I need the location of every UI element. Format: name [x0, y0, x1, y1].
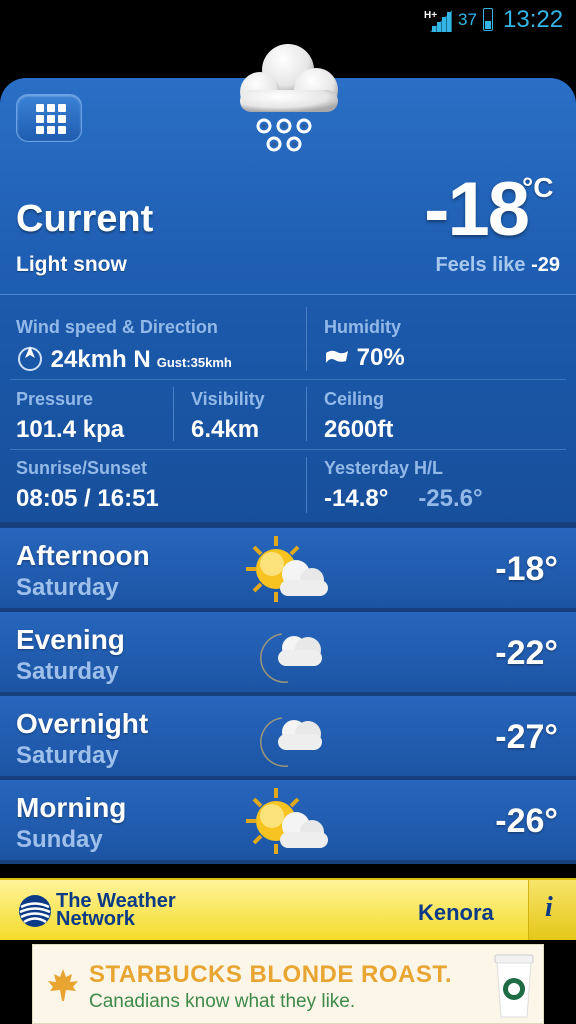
yesterday-cell: Yesterday H/L -14.8° -25.6°: [324, 458, 483, 513]
ad-headline: STARBUCKS BLONDE ROAST.: [89, 961, 453, 988]
forecast-day: Saturday: [16, 658, 119, 685]
yesterday-low: -25.6°: [418, 485, 483, 512]
forecast-row[interactable]: Evening Saturday -22°: [0, 612, 576, 694]
visibility-label: Visibility: [191, 389, 265, 409]
forecast-period: Morning: [16, 792, 127, 823]
weather-network-logo-icon: [19, 895, 51, 927]
forecast-period: Overnight: [16, 708, 149, 739]
yesterday-label: Yesterday H/L: [324, 458, 444, 478]
feels-like-value: -29: [531, 254, 560, 276]
footer-bar: The Weather Network Kenora i: [0, 878, 576, 940]
battery-icon: [483, 8, 493, 31]
temperature-unit: °C: [522, 172, 554, 203]
forecast-row[interactable]: Overnight Saturday -27°: [0, 696, 576, 778]
forecast-list: Afternoon Saturday -18° Evening Saturday…: [0, 522, 576, 864]
details-panel: Wind speed & Direction 24kmh N Gust:35kmh…: [0, 294, 576, 522]
forecast-day: Saturday: [16, 742, 119, 769]
forecast-period: Afternoon: [16, 540, 150, 571]
visibility-value: 6.4km: [191, 416, 260, 443]
current-condition: Light snow: [16, 253, 127, 276]
ceiling-value: 2600ft: [324, 416, 394, 443]
sun-cell: Sunrise/Sunset 08:05 / 16:51: [16, 458, 159, 513]
snow-cloud-icon: [240, 44, 338, 152]
brand-name[interactable]: The Weather Network: [56, 891, 176, 930]
humidity-value: 70%: [356, 344, 405, 371]
ceiling-label: Ceiling: [324, 389, 385, 409]
grid-menu-icon: [36, 104, 66, 134]
menu-button[interactable]: [16, 94, 82, 142]
wind-gust: Gust:35kmh: [156, 355, 232, 370]
sun-cloud-icon: [246, 788, 328, 854]
forecast-day: Sunday: [16, 826, 103, 853]
ad-banner[interactable]: STARBUCKS BLONDE ROAST. Canadians know w…: [32, 944, 544, 1024]
yesterday-high: -14.8°: [324, 485, 389, 512]
forecast-temp: -26°: [495, 802, 558, 840]
forecast-row[interactable]: Morning Sunday -26°: [0, 780, 576, 862]
moon-cloud-icon: [260, 633, 322, 683]
pressure-value: 101.4 kpa: [16, 416, 125, 443]
info-icon: i: [545, 892, 553, 923]
wind-cell: Wind speed & Direction 24kmh N Gust:35kmh: [16, 317, 232, 374]
maple-leaf-icon: [48, 969, 78, 1001]
pressure-label: Pressure: [16, 389, 94, 409]
coffee-cup-icon: [494, 954, 534, 1018]
current-temperature: -18: [424, 167, 530, 252]
sun-value: 08:05 / 16:51: [16, 485, 159, 512]
wind-direction-icon: [18, 346, 42, 371]
pressure-cell: Pressure 101.4 kpa: [16, 389, 124, 444]
feels-like-label: Feels like: [435, 254, 526, 276]
feels-like: Feels like -29: [435, 254, 560, 277]
ad-tagline: Canadians know what they like.: [89, 991, 356, 1012]
city-name[interactable]: Kenora: [418, 900, 494, 926]
wind-label: Wind speed & Direction: [16, 317, 218, 337]
brand-line2: Network: [56, 908, 135, 930]
forecast-period: Evening: [16, 624, 125, 655]
forecast-day: Saturday: [16, 574, 119, 601]
sun-cloud-icon: [246, 536, 328, 602]
info-button[interactable]: i: [528, 880, 576, 940]
clock: 13:22: [503, 6, 564, 33]
status-bar: H+ 37 13:22: [0, 0, 576, 40]
forecast-row[interactable]: Afternoon Saturday -18°: [0, 528, 576, 610]
battery-level: 37: [458, 10, 477, 29]
current-label: Current: [16, 198, 154, 240]
ceiling-cell: Ceiling 2600ft: [324, 389, 393, 444]
humidity-label: Humidity: [324, 317, 402, 337]
network-type: H+: [424, 10, 437, 21]
moon-cloud-icon: [260, 717, 322, 767]
humidity-cell: Humidity 70%: [324, 317, 405, 372]
wind-value: 24kmh N: [50, 346, 151, 373]
humidity-flag-icon: [326, 350, 348, 363]
sun-label: Sunrise/Sunset: [16, 458, 148, 478]
signal-icon: H+: [424, 10, 452, 32]
visibility-cell: Visibility 6.4km: [191, 389, 265, 444]
forecast-temp: -22°: [495, 634, 558, 672]
forecast-temp: -18°: [495, 550, 558, 588]
forecast-temp: -27°: [495, 718, 558, 756]
